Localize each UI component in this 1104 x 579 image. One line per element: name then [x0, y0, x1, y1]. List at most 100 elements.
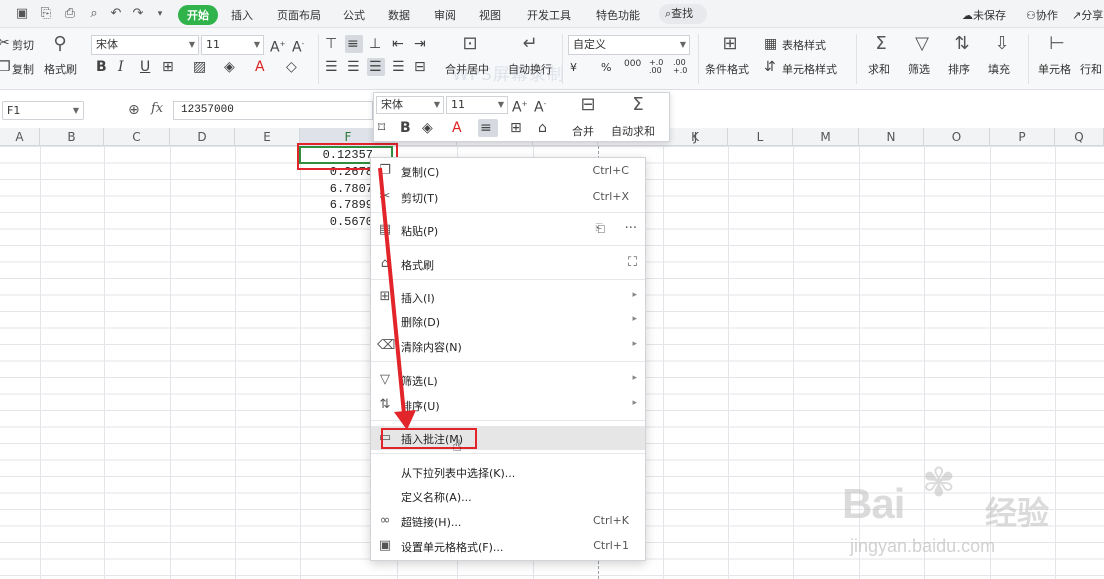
merge-button[interactable]: 合并	[572, 123, 594, 139]
scissors-icon[interactable]: ✂	[0, 35, 10, 51]
cell-icon[interactable]: ⊢	[1045, 34, 1069, 54]
menu-item-clear-contents[interactable]: ⌫ 清除内容(N) ▸	[371, 334, 645, 358]
menu-item-format-cells[interactable]: ▣ 设置单元格格式(F)... Ctrl+1	[371, 534, 645, 558]
clear-format-icon[interactable]: ◇	[286, 59, 297, 75]
sum-button[interactable]: 求和	[868, 61, 890, 77]
menu-item-pick-from-list[interactable]: 从下拉列表中选择(K)...	[371, 460, 645, 484]
indent-increase-icon[interactable]: ⇥	[414, 36, 426, 52]
zoom-search-icon[interactable]: ⊕	[128, 102, 140, 118]
thousands-button[interactable]: 000	[624, 59, 641, 69]
font-color-icon[interactable]: A	[255, 59, 265, 75]
share-button[interactable]: ↗分享	[1072, 7, 1103, 23]
distribute-icon[interactable]: ⊟	[414, 59, 426, 75]
fill-button[interactable]: 填充	[988, 61, 1010, 77]
print-icon[interactable]: ⎙	[62, 6, 78, 22]
percent-button[interactable]: %	[601, 61, 611, 74]
align-top-icon[interactable]: ⊤	[325, 36, 337, 52]
fill-color-icon[interactable]: ◈	[422, 120, 433, 136]
sort-button[interactable]: 排序	[948, 61, 970, 77]
cell-style-icon[interactable]: ⇵	[764, 59, 776, 75]
wrap-text-icon[interactable]: ↵	[518, 34, 542, 54]
menu-item-insert[interactable]: ⊞ 插入(I) ▸	[371, 285, 645, 309]
column-header[interactable]: K	[663, 128, 728, 146]
column-header[interactable]: Q	[1055, 128, 1104, 146]
tab-developer[interactable]: 开发工具	[527, 7, 571, 23]
menu-item-format-painter[interactable]: ⌂ 格式刷 ⛶	[371, 252, 645, 276]
merge-center-icon[interactable]: ⊡	[458, 34, 482, 54]
menu-item-hyperlink[interactable]: ∞ 超链接(H)... Ctrl+K	[371, 509, 645, 533]
tab-page-layout[interactable]: 页面布局	[277, 7, 321, 23]
paste-special-icon[interactable]: ⎗	[595, 221, 605, 236]
align-center-icon[interactable]: ☰	[347, 59, 360, 75]
autosum-icon[interactable]: Σ	[626, 95, 650, 115]
tab-review[interactable]: 审阅	[434, 7, 456, 23]
sum-icon[interactable]: Σ	[869, 34, 893, 54]
border-icon[interactable]: ⊞	[510, 120, 522, 136]
column-header[interactable]: O	[924, 128, 990, 146]
font-color-icon[interactable]: A	[452, 120, 462, 136]
eraser-icon[interactable]: ⌂	[538, 120, 547, 136]
copy-button[interactable]: 复制	[12, 61, 34, 77]
fill-pattern-icon[interactable]: ▨	[193, 59, 206, 75]
conditional-format-icon[interactable]: ⊞	[718, 34, 742, 54]
fill-color-icon[interactable]: ◈	[224, 59, 235, 75]
wrap-text-button[interactable]: 自动换行	[508, 61, 552, 77]
menu-item-sort[interactable]: ⇅ 排序(U) ▸	[371, 393, 645, 417]
cell-button[interactable]: 单元格	[1038, 61, 1071, 77]
table-style-button[interactable]: 表格样式	[782, 37, 826, 53]
column-header[interactable]: E	[235, 128, 300, 146]
unsaved-status[interactable]: ☁未保存	[962, 7, 1006, 23]
autosum-button[interactable]: 自动求和	[611, 123, 655, 139]
font-grow-icon[interactable]: A+	[512, 96, 527, 116]
justify-icon[interactable]: ☰	[392, 59, 405, 75]
currency-button[interactable]: ¥	[570, 61, 577, 74]
align-right-icon[interactable]: ☰	[369, 59, 382, 75]
column-header[interactable]: B	[40, 128, 104, 146]
column-header[interactable]: M	[793, 128, 859, 146]
column-header[interactable]: L	[728, 128, 793, 146]
conditional-format-button[interactable]: 条件格式	[705, 61, 749, 77]
row-col-button[interactable]: 行和	[1080, 61, 1102, 77]
tab-insert[interactable]: 插入	[231, 7, 253, 23]
sort-icon[interactable]: ⇅	[950, 34, 974, 54]
fx-icon[interactable]: fx	[151, 101, 163, 116]
bold-icon[interactable]: B	[96, 59, 107, 75]
column-header[interactable]: D	[170, 128, 235, 146]
search-box[interactable]: ⌕查找	[659, 4, 707, 24]
font-size-select[interactable]: 11 ▼	[201, 35, 264, 55]
merge-icon[interactable]: ⊟	[576, 95, 600, 115]
more-icon[interactable]: ···	[625, 221, 637, 236]
font-grow-icon[interactable]: A+	[270, 36, 285, 56]
table-style-icon[interactable]: ▦	[764, 36, 777, 52]
mini-format-painter-icon[interactable]: ⌑	[378, 120, 385, 136]
format-painter-button[interactable]: 格式刷	[44, 61, 77, 77]
formula-input[interactable]: 12357000	[173, 101, 373, 120]
font-name-select[interactable]: 宋体 ▼	[91, 35, 199, 55]
align-center-icon[interactable]: ≡	[480, 120, 492, 136]
mini-font-size-select[interactable]: 11 ▼	[446, 96, 508, 114]
align-left-icon[interactable]: ☰	[325, 59, 338, 75]
column-header[interactable]: A	[0, 128, 40, 146]
column-header[interactable]: P	[990, 128, 1055, 146]
save-icon[interactable]: ▣	[14, 6, 30, 22]
tab-data[interactable]: 数据	[388, 7, 410, 23]
number-format-select[interactable]: 自定义 ▼	[568, 35, 690, 55]
tab-home[interactable]: 开始	[178, 5, 218, 25]
menu-item-copy[interactable]: ❐ 复制(C) Ctrl+C	[371, 159, 645, 183]
mini-font-name-select[interactable]: 宋体 ▼	[376, 96, 444, 114]
filter-icon[interactable]: ▽	[910, 34, 934, 54]
name-box[interactable]: F1 ▼	[2, 101, 84, 120]
print-preview-icon[interactable]: ⌕	[86, 6, 102, 22]
cell-style-button[interactable]: 单元格样式	[782, 61, 837, 77]
collaborate-button[interactable]: ⚇协作	[1026, 7, 1058, 23]
tab-view[interactable]: 视图	[479, 7, 501, 23]
align-middle-icon[interactable]: ≡	[347, 36, 359, 52]
tab-features[interactable]: 特色功能	[596, 7, 640, 23]
cut-button[interactable]: 剪切	[12, 37, 34, 53]
bold-icon[interactable]: B	[400, 120, 411, 136]
align-bottom-icon[interactable]: ⊥	[369, 36, 381, 52]
fill-icon[interactable]: ⇩	[990, 34, 1014, 54]
border-icon[interactable]: ⊞	[162, 59, 174, 75]
merge-center-button[interactable]: 合并居中	[445, 61, 489, 77]
menu-item-paste[interactable]: ▤ 粘贴(P) ⎗ ···	[371, 218, 645, 242]
